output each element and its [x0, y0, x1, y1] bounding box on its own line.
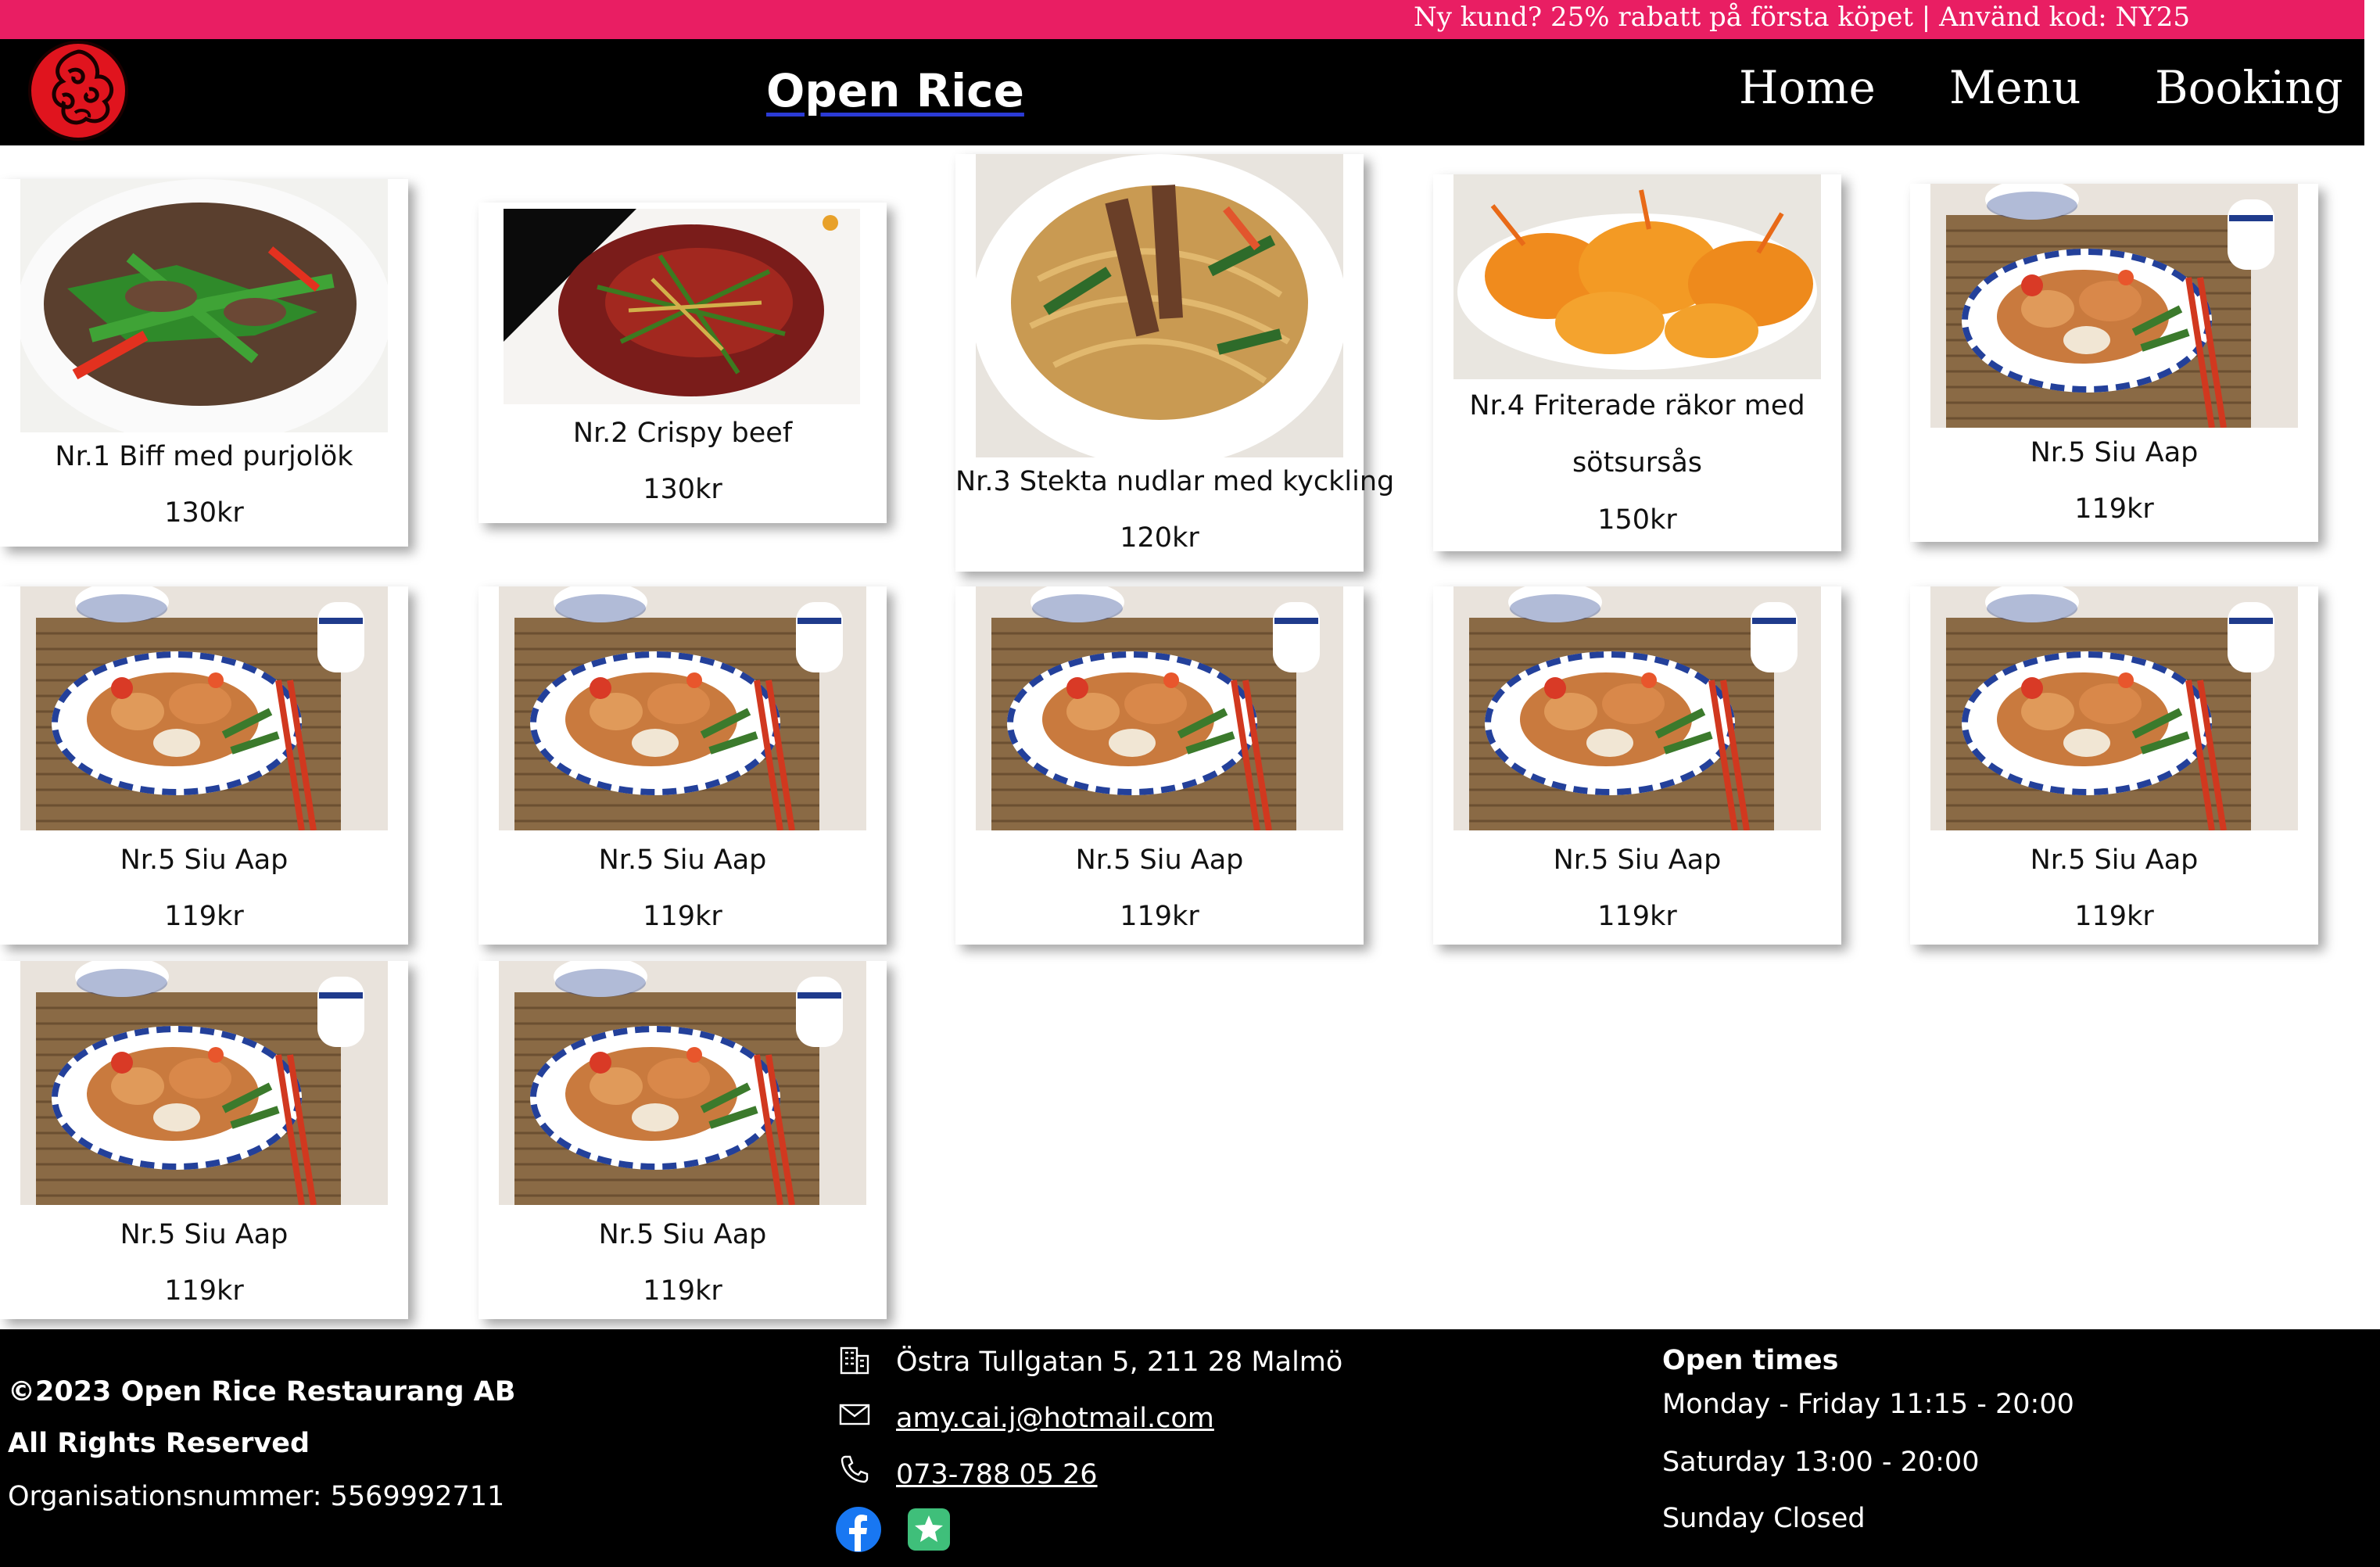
- footer-rights: All Rights Reserved: [8, 1428, 310, 1459]
- menu-item-price: 119kr: [2074, 901, 2154, 932]
- siu-aap-plate-image: [1453, 586, 1821, 830]
- menu-item-price: 150kr: [1597, 504, 1677, 536]
- menu-item-name: Nr.5 Siu Aap: [2030, 437, 2199, 468]
- crispy-beef-dish-image: [504, 209, 860, 404]
- footer-hours-saturday: Saturday 13:00 - 20:00: [1662, 1447, 1980, 1478]
- footer-hours-sunday: Sunday Closed: [1662, 1503, 1866, 1534]
- menu-item-price: 119kr: [643, 901, 722, 932]
- fried-shrimp-dish-image: [1453, 174, 1821, 379]
- menu-item-name: Nr.5 Siu Aap: [598, 1219, 767, 1250]
- menu-card[interactable]: Nr.1 Biff med purjolök 130kr: [0, 179, 408, 547]
- menu-item-price: 130kr: [164, 497, 244, 529]
- menu-item-name: Nr.5 Siu Aap: [2030, 844, 2199, 876]
- menu-card[interactable]: Nr.5 Siu Aap 119kr: [1910, 184, 2318, 542]
- menu-card[interactable]: Nr.5 Siu Aap 119kr: [0, 961, 408, 1319]
- menu-item-price: 119kr: [1597, 901, 1677, 932]
- menu-item-name: Nr.1 Biff med purjolök: [55, 441, 353, 472]
- site-footer: ©2023 Open Rice Restaurang AB All Rights…: [0, 1329, 2380, 1567]
- menu-item-name: Nr.5 Siu Aap: [598, 844, 767, 876]
- footer-copyright: ©2023 Open Rice Restaurang AB: [8, 1376, 516, 1407]
- nav-booking[interactable]: Booking: [2155, 61, 2343, 114]
- promo-text: Ny kund? 25% rabatt på första köpet | An…: [1414, 2, 2191, 33]
- menu-item-price: 119kr: [2074, 493, 2154, 525]
- building-icon: [838, 1343, 871, 1379]
- menu-card[interactable]: Nr.3 Stekta nudlar med kyckling 120kr: [955, 154, 1395, 572]
- menu-card[interactable]: Nr.5 Siu Aap 119kr: [479, 586, 887, 945]
- menu-item-price: 119kr: [164, 901, 244, 932]
- footer-hours-title: Open times: [1662, 1345, 1839, 1376]
- mail-icon: [838, 1398, 871, 1434]
- restaurant-logo[interactable]: [28, 41, 128, 141]
- phone-icon: [838, 1453, 871, 1489]
- menu-item-name: Nr.5 Siu Aap: [120, 1219, 289, 1250]
- siu-aap-plate-image: [499, 586, 866, 830]
- menu-item-price: 119kr: [164, 1275, 244, 1307]
- review-star-icon[interactable]: [907, 1508, 951, 1554]
- menu-item-price: 120kr: [1120, 522, 1199, 554]
- footer-org-number: Organisationsnummer: 5569992711: [8, 1481, 505, 1512]
- footer-email-link[interactable]: amy.cai.j@hotmail.com: [896, 1403, 1214, 1434]
- menu-item-name: Nr.5 Siu Aap: [1553, 844, 1722, 876]
- nav-menu[interactable]: Menu: [1949, 61, 2081, 114]
- footer-hours-weekday: Monday - Friday 11:15 - 20:00: [1662, 1389, 2074, 1420]
- siu-aap-plate-image: [1930, 184, 2298, 428]
- menu-card[interactable]: Nr.5 Siu Aap 119kr: [955, 586, 1364, 945]
- siu-aap-plate-image: [20, 961, 388, 1205]
- menu-item-price: 119kr: [1120, 901, 1199, 932]
- footer-address: Östra Tullgatan 5, 211 28 Malmö: [896, 1346, 1343, 1378]
- menu-item-name: Nr.5 Siu Aap: [120, 844, 289, 876]
- fried-noodles-chicken-dish-image: [976, 154, 1343, 457]
- menu-card[interactable]: Nr.5 Siu Aap 119kr: [1910, 586, 2318, 945]
- menu-card[interactable]: Nr.5 Siu Aap 119kr: [0, 586, 408, 945]
- nav-home[interactable]: Home: [1739, 61, 1876, 114]
- menu-item-name: Nr.5 Siu Aap: [1075, 844, 1244, 876]
- siu-aap-plate-image: [1930, 586, 2298, 830]
- promo-bar: Ny kund? 25% rabatt på första köpet | An…: [0, 0, 2364, 39]
- menu-item-price: 130kr: [643, 474, 722, 505]
- menu-card[interactable]: Nr.5 Siu Aap 119kr: [479, 961, 887, 1319]
- footer-phone-link[interactable]: 073-788 05 26: [896, 1459, 1098, 1490]
- beef-leek-dish-image: [20, 179, 388, 432]
- menu-card[interactable]: Nr.2 Crispy beef 130kr: [479, 203, 887, 523]
- menu-item-price: 119kr: [643, 1275, 722, 1307]
- menu-card[interactable]: Nr.4 Friterade räkor med sötsursås 150kr: [1433, 174, 1841, 551]
- site-brand[interactable]: Open Rice: [766, 64, 1024, 117]
- siu-aap-plate-image: [976, 586, 1343, 830]
- facebook-icon[interactable]: [835, 1506, 882, 1556]
- menu-item-name: Nr.4 Friterade räkor med: [1469, 390, 1805, 421]
- menu-item-name: Nr.2 Crispy beef: [572, 418, 793, 449]
- menu-card[interactable]: Nr.5 Siu Aap 119kr: [1433, 586, 1841, 945]
- menu-item-name: Nr.3 Stekta nudlar med kyckling: [955, 466, 1395, 497]
- menu-item-name-line2: sötsursås: [1572, 447, 1703, 479]
- siu-aap-plate-image: [20, 586, 388, 830]
- siu-aap-plate-image: [499, 961, 866, 1205]
